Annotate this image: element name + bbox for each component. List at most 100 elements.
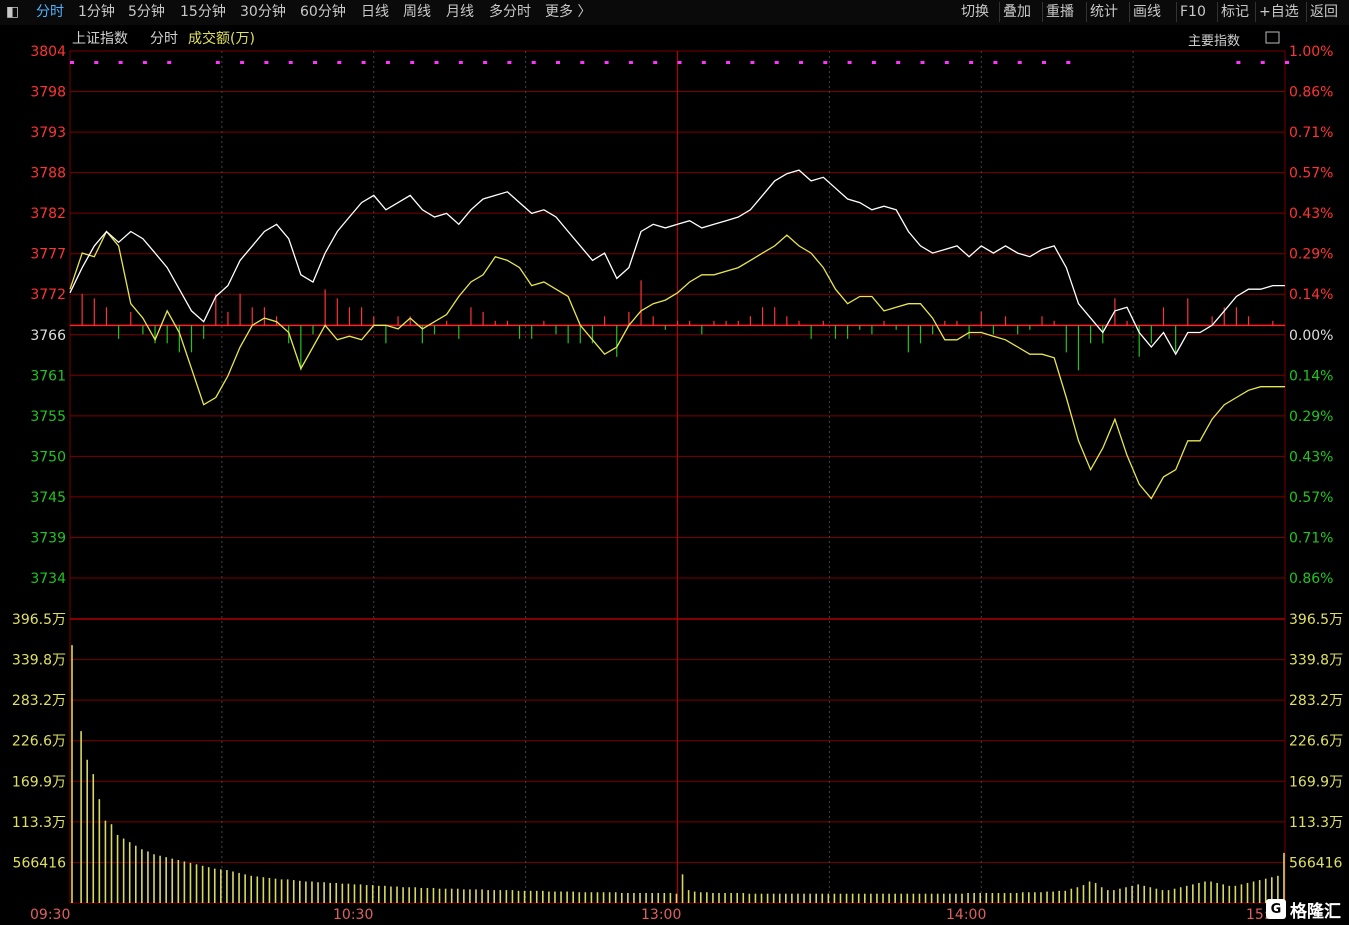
tool-button-7[interactable]: +自选	[1259, 3, 1299, 21]
price-tick-label: 3804	[30, 44, 66, 60]
signal-dot	[653, 61, 658, 64]
price-tick-label: 3739	[30, 530, 66, 546]
toolbar-separator	[1217, 2, 1218, 22]
tool-button-5[interactable]: F10	[1180, 3, 1206, 21]
toolbar-separator	[1086, 2, 1087, 22]
sidebar-toggle-icon[interactable]: ◧	[6, 3, 19, 21]
percent-tick-label: 0.43%	[1289, 206, 1333, 222]
signal-dot	[823, 61, 828, 64]
signal-dot	[701, 61, 706, 64]
volume-tick-label-right: 226.6万	[1289, 734, 1343, 750]
period-tab-2[interactable]: 5分钟	[128, 3, 165, 21]
tool-button-4[interactable]: 画线	[1133, 3, 1161, 21]
period-toolbar: ◧ 分时 1分钟 5分钟 15分钟 30分钟 60分钟 日线 周线 月线 多分时 更多 〉 切换 叠加…	[0, 0, 1349, 26]
signal-dot	[288, 61, 293, 64]
price-tick-label: 3766	[30, 328, 66, 344]
percent-tick-label: 0.14%	[1289, 368, 1333, 384]
percent-tick-label: 0.00%	[1289, 328, 1333, 344]
toolbar-separator	[1129, 2, 1130, 22]
signal-dot	[969, 61, 974, 64]
percent-tick-label: 1.00%	[1289, 44, 1333, 60]
toolbar-separator	[999, 2, 1000, 22]
logo-text: 格隆汇	[1290, 901, 1341, 922]
tool-button-8[interactable]: 返回	[1310, 3, 1338, 21]
signal-dot	[1066, 61, 1071, 64]
signal-dot	[70, 61, 74, 64]
percent-tick-label: 0.57%	[1289, 166, 1333, 182]
signal-dot	[774, 61, 779, 64]
signal-dot	[264, 61, 269, 64]
percent-tick-label: 0.29%	[1289, 409, 1333, 425]
signal-dot	[483, 61, 488, 64]
period-tab-10[interactable]: 更多 〉	[545, 3, 591, 21]
price-tick-label: 3734	[30, 571, 66, 587]
signal-dot	[604, 61, 609, 64]
percent-tick-label: 0.71%	[1289, 125, 1333, 141]
toolbar-separator	[1306, 2, 1307, 22]
percent-tick-label: 0.57%	[1289, 490, 1333, 506]
signal-dot	[580, 61, 585, 64]
signal-dot	[750, 61, 755, 64]
tool-button-6[interactable]: 标记	[1221, 3, 1249, 21]
signal-dot	[556, 61, 560, 64]
price-tick-label: 3793	[30, 125, 66, 141]
signal-dot	[410, 61, 415, 64]
time-tick-label: 09:30	[30, 907, 70, 923]
percent-tick-label: 0.86%	[1289, 85, 1333, 101]
gelonghui-logo: G 格隆汇	[1266, 897, 1341, 922]
signal-dot	[118, 61, 123, 64]
period-tab-9[interactable]: 多分时	[489, 3, 531, 21]
tool-button-0[interactable]: 切换	[961, 3, 989, 21]
percent-tick-label: 0.43%	[1289, 449, 1333, 465]
signal-dot	[361, 61, 366, 64]
signal-dot	[458, 61, 463, 64]
volume-tick-label-right: 339.8万	[1289, 653, 1343, 669]
signal-dot	[628, 61, 633, 64]
signal-dot	[677, 61, 682, 64]
signal-dot	[1285, 61, 1289, 64]
percent-tick-label: 0.14%	[1289, 287, 1333, 303]
period-tab-5[interactable]: 60分钟	[300, 3, 346, 21]
signal-dot	[896, 61, 901, 64]
signal-dot	[94, 61, 99, 64]
volume-tick-label-left: 566416	[13, 855, 67, 871]
percent-tick-label: 0.71%	[1289, 530, 1333, 546]
period-tab-0[interactable]: 分时	[36, 3, 64, 21]
volume-tick-label-right: 283.2万	[1289, 693, 1343, 709]
period-tab-6[interactable]: 日线	[361, 3, 389, 21]
volume-tick-label-right: 396.5万	[1289, 612, 1343, 628]
signal-dot	[142, 61, 147, 64]
logo-mark-icon: G	[1266, 899, 1286, 919]
tool-button-1[interactable]: 叠加	[1003, 3, 1031, 21]
period-tab-1[interactable]: 1分钟	[78, 3, 115, 21]
time-tick-label: 14:00	[946, 907, 986, 923]
signal-dot	[385, 61, 390, 64]
percent-tick-label: 0.29%	[1289, 247, 1333, 263]
signal-dot	[240, 61, 245, 64]
indicator-name: 成交额(万)	[188, 30, 255, 47]
period-tab-4[interactable]: 30分钟	[240, 3, 286, 21]
signal-dot	[337, 61, 342, 64]
tool-button-3[interactable]: 统计	[1090, 3, 1118, 21]
volume-tick-label-left: 396.5万	[12, 612, 66, 628]
signal-dot	[313, 61, 317, 64]
volume-tick-label-left: 226.6万	[12, 734, 66, 750]
percent-tick-label: 0.86%	[1289, 571, 1333, 587]
signal-dot	[167, 61, 172, 64]
price-tick-label: 3777	[30, 247, 66, 263]
signal-dot	[944, 61, 949, 64]
signal-dot	[1017, 61, 1022, 64]
signal-dot	[799, 61, 803, 64]
index-selector[interactable]: 主要指数	[1188, 34, 1240, 49]
period-tab-7[interactable]: 周线	[403, 3, 431, 21]
price-tick-label: 3745	[30, 490, 66, 506]
period-tab-8[interactable]: 月线	[446, 3, 474, 21]
signal-dot	[726, 61, 731, 64]
price-tick-label: 3761	[30, 368, 66, 384]
toolbar-separator	[1176, 2, 1177, 22]
tool-button-2[interactable]: 重播	[1046, 3, 1074, 21]
period-tab-3[interactable]: 15分钟	[180, 3, 226, 21]
signal-dot	[1260, 61, 1265, 64]
price-tick-label: 3798	[30, 85, 66, 101]
price-tick-label: 3772	[30, 287, 66, 303]
